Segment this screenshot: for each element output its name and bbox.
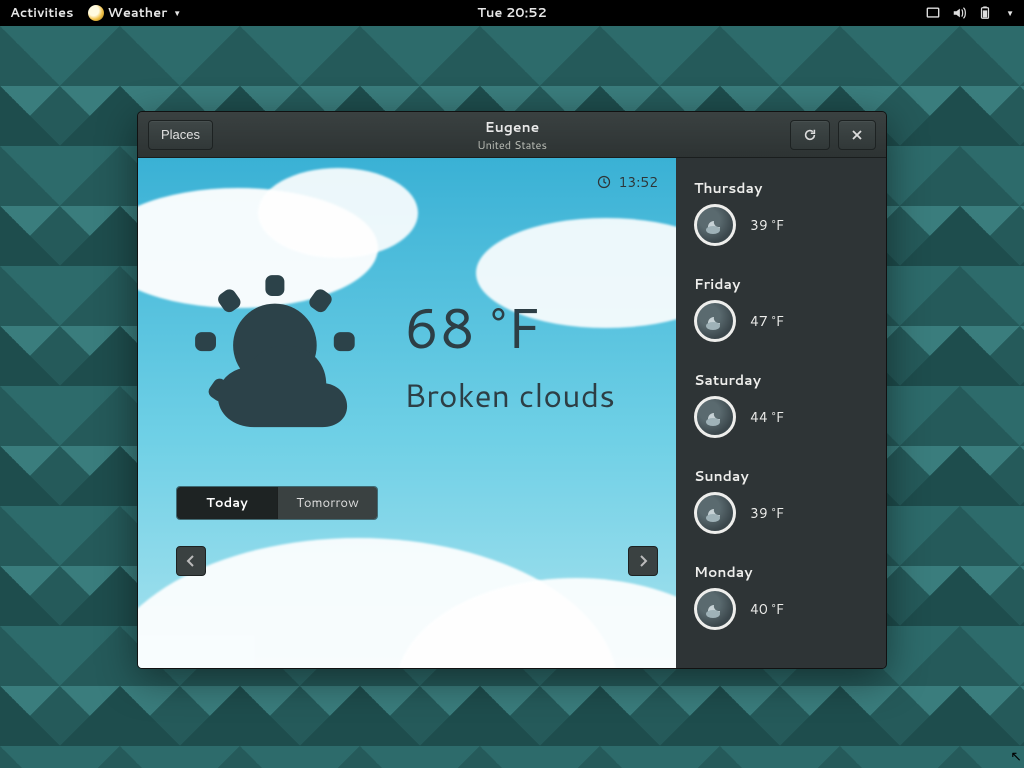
current-temperature: 68 °F [404, 288, 615, 367]
chevron-right-icon [638, 555, 648, 567]
tab-today[interactable]: Today [177, 487, 277, 519]
chevron-left-icon [186, 555, 196, 567]
forecast-day: Friday [694, 274, 868, 294]
forecast-item: Saturday 44 °F [694, 370, 868, 438]
app-menu[interactable]: Weather ▼ [88, 4, 182, 22]
night-clouds-icon [694, 588, 736, 630]
forecast-day: Sunday [694, 466, 868, 486]
forecast-temp: 39 °F [750, 215, 784, 235]
cloud-decoration [258, 168, 418, 258]
close-button[interactable] [838, 120, 876, 150]
country-name: United States [477, 137, 547, 153]
gnome-topbar: Activities Weather ▼ Tue 20:52 ▼ [0, 0, 1024, 26]
day-tabs: Today Tomorrow [176, 486, 378, 520]
forecast-item: Friday 47 °F [694, 274, 868, 342]
forecast-day: Monday [694, 562, 868, 582]
volume-icon [952, 6, 966, 20]
chevron-down-icon: ▼ [173, 7, 181, 19]
local-time-value: 13:52 [619, 172, 658, 192]
forecast-temp: 39 °F [750, 503, 784, 523]
chevron-down-icon: ▼ [1006, 7, 1014, 19]
clock-icon [597, 175, 611, 189]
screen-icon [926, 6, 940, 20]
tab-tomorrow[interactable]: Tomorrow [277, 487, 377, 519]
status-area[interactable]: ▼ [926, 6, 1014, 20]
forecast-temp: 44 °F [750, 407, 784, 427]
partly-cloudy-icon [178, 258, 368, 448]
weather-window: Places Eugene United States 13:52 [137, 111, 887, 669]
forecast-day: Thursday [694, 178, 868, 198]
weather-app-icon [88, 5, 104, 21]
local-time: 13:52 [597, 172, 658, 192]
activities-button[interactable]: Activities [10, 4, 74, 22]
battery-icon [978, 6, 992, 20]
mouse-cursor: ↖ [1010, 746, 1022, 766]
refresh-button[interactable] [790, 120, 830, 150]
hourly-next-button[interactable] [628, 546, 658, 576]
forecast-temp: 40 °F [750, 599, 784, 619]
current-condition: Broken clouds [404, 373, 615, 418]
current-weather-panel: 13:52 68 °F [138, 158, 676, 668]
night-clouds-icon [694, 396, 736, 438]
app-menu-label: Weather [108, 4, 168, 22]
close-icon [851, 129, 863, 141]
forecast-day: Saturday [694, 370, 868, 390]
night-clouds-icon [694, 300, 736, 342]
refresh-icon [803, 128, 817, 142]
forecast-sidebar[interactable]: Thursday 39 °F Friday 47 °F Sa [676, 158, 886, 668]
hourly-prev-button[interactable] [176, 546, 206, 576]
header-bar: Places Eugene United States [138, 112, 886, 158]
city-name: Eugene [477, 117, 547, 137]
places-button[interactable]: Places [148, 120, 213, 150]
night-clouds-icon [694, 492, 736, 534]
forecast-item: Thursday 39 °F [694, 178, 868, 246]
forecast-item: Monday 40 °F [694, 562, 868, 630]
night-clouds-icon [694, 204, 736, 246]
topbar-clock[interactable]: Tue 20:52 [477, 4, 547, 22]
forecast-item: Sunday 39 °F [694, 466, 868, 534]
window-title: Eugene United States [477, 117, 547, 153]
forecast-temp: 47 °F [750, 311, 784, 331]
